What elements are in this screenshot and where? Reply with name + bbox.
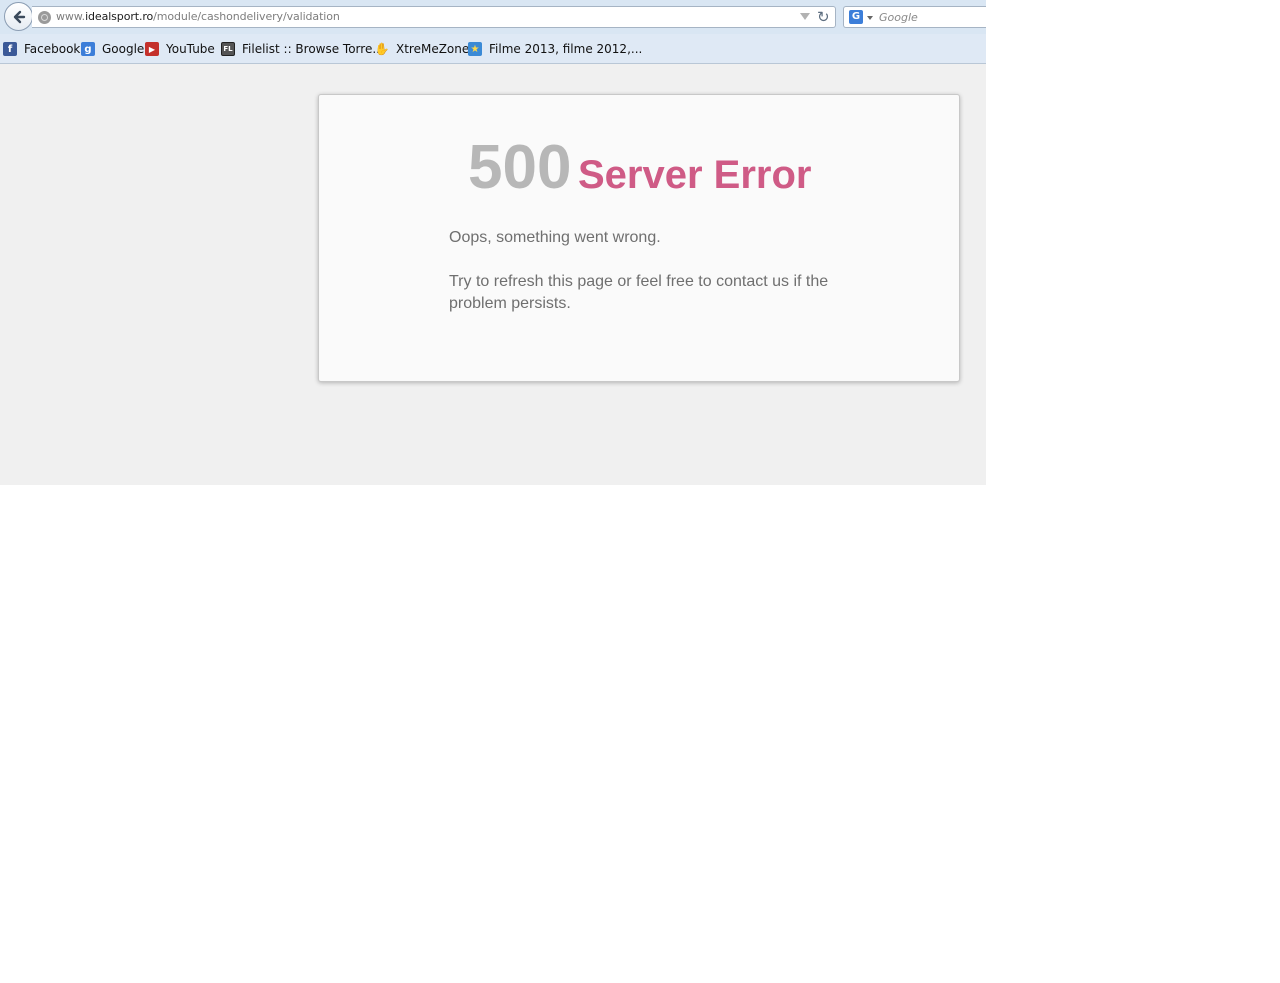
bookmark-label: YouTube: [166, 42, 215, 56]
bookmarks-toolbar: f Facebook g Google ▶ YouTube FL Filelis…: [0, 34, 986, 64]
url-prefix: www.: [56, 10, 86, 23]
back-button[interactable]: [4, 2, 33, 31]
bookmark-filelist[interactable]: FL Filelist :: Browse Torre...: [221, 41, 384, 57]
bookmark-label: XtreMeZone: [396, 42, 470, 56]
xtremezone-icon: ✋: [374, 42, 390, 56]
search-engine-dropdown-icon[interactable]: [867, 16, 873, 20]
search-placeholder[interactable]: Google: [879, 11, 918, 24]
filme-icon: ★: [468, 42, 482, 56]
bookmark-label: Filelist :: Browse Torre...: [242, 42, 384, 56]
bookmark-filme[interactable]: ★ Filme 2013, filme 2012,...: [468, 41, 642, 57]
bookmark-xtremezone[interactable]: ✋ XtreMeZone: [374, 41, 470, 57]
bookmark-label: Google: [102, 42, 145, 56]
globe-icon: [38, 11, 51, 24]
bookmark-label: Facebook: [24, 42, 81, 56]
error-card: 500 Server Error Oops, something went wr…: [318, 94, 960, 382]
error-message: Oops, something went wrong.: [449, 229, 661, 246]
search-bar[interactable]: G Google: [843, 6, 986, 28]
facebook-icon: f: [3, 42, 17, 56]
reload-icon[interactable]: ↻: [817, 8, 830, 26]
url-host: idealsport.ro: [85, 10, 154, 23]
error-code: 500: [468, 133, 572, 202]
search-engine-icon[interactable]: G: [849, 10, 863, 24]
google-icon: g: [81, 42, 95, 56]
bookmark-facebook[interactable]: f Facebook: [3, 41, 80, 57]
address-bar[interactable]: www.idealsport.ro/module/cashondelivery/…: [32, 6, 836, 28]
youtube-icon: ▶: [145, 42, 159, 56]
bookmark-label: Filme 2013, filme 2012,...: [489, 42, 643, 56]
url-text[interactable]: www.idealsport.ro/module/cashondelivery/…: [56, 10, 340, 23]
bookmark-youtube[interactable]: ▶ YouTube: [145, 41, 215, 57]
filelist-icon: FL: [221, 42, 235, 56]
back-arrow-icon: [13, 10, 25, 23]
browser-window: www.idealsport.ro/module/cashondelivery/…: [0, 0, 986, 485]
url-path: /module/cashondelivery/validation: [153, 10, 340, 23]
error-detail: Try to refresh this page or feel free to…: [449, 273, 829, 312]
url-history-dropdown-icon[interactable]: [800, 13, 810, 20]
navigation-toolbar: www.idealsport.ro/module/cashondelivery/…: [0, 0, 986, 34]
error-title: Server Error: [578, 153, 812, 197]
bookmark-google[interactable]: g Google: [81, 41, 144, 57]
